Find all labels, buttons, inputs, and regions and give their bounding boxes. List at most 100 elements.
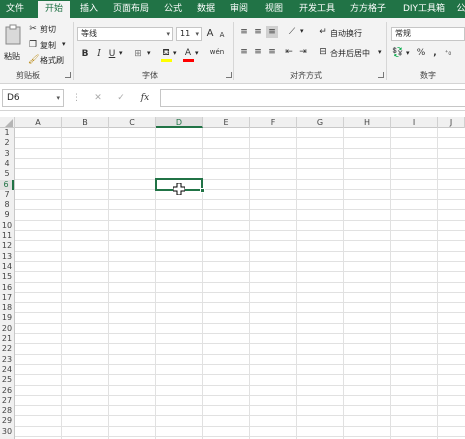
more-options-icon[interactable]: ⋮ — [72, 92, 81, 104]
phonetic-guide-icon[interactable]: wén — [208, 46, 226, 58]
align-bottom-icon[interactable]: ≡ — [266, 26, 278, 38]
row-header[interactable]: 7 — [0, 190, 14, 200]
align-right-icon[interactable]: ≡ — [266, 46, 278, 58]
cancel-button[interactable]: ✕ — [92, 92, 104, 104]
row-header[interactable]: 27 — [0, 396, 14, 406]
tab-data[interactable]: 数据 — [193, 0, 219, 18]
row-header[interactable]: 29 — [0, 416, 14, 426]
row-header[interactable]: 8 — [0, 200, 14, 210]
alignment-launcher-icon[interactable] — [378, 72, 384, 78]
tab-diy-toolbox[interactable]: DIY工具箱 — [398, 0, 450, 18]
align-left-icon[interactable]: ≡ — [238, 46, 250, 58]
tab-formulas[interactable]: 公式 — [160, 0, 186, 18]
font-color-button[interactable]: A ▾ — [182, 47, 202, 63]
borders-icon[interactable]: ⊞ — [132, 48, 144, 60]
grow-font-icon[interactable]: A — [205, 28, 215, 40]
row-header[interactable]: 15 — [0, 272, 14, 282]
row-header[interactable]: 21 — [0, 334, 14, 344]
row-header[interactable]: 2 — [0, 138, 14, 148]
align-center-icon[interactable]: ≡ — [252, 46, 264, 58]
orientation-icon[interactable]: ⟋ — [285, 26, 299, 38]
align-top-icon[interactable]: ≡ — [238, 26, 250, 38]
row-header[interactable]: 17 — [0, 293, 14, 303]
column-header[interactable]: E — [203, 117, 250, 128]
column-header[interactable]: B — [62, 117, 109, 128]
tab-developer[interactable]: 开发工具 — [294, 0, 340, 18]
row-header[interactable]: 3 — [0, 149, 14, 159]
italic-button[interactable]: I — [94, 48, 104, 60]
row-header[interactable]: 11 — [0, 231, 14, 241]
column-header[interactable]: G — [297, 117, 344, 128]
tab-review[interactable]: 审阅 — [226, 0, 252, 18]
row-header[interactable]: 20 — [0, 324, 14, 334]
row-header[interactable]: 4 — [0, 159, 14, 169]
chevron-down-icon[interactable]: ▾ — [119, 49, 123, 57]
enter-button[interactable]: ✓ — [115, 92, 127, 104]
row-header[interactable]: 18 — [0, 303, 14, 313]
row-header[interactable]: 23 — [0, 355, 14, 365]
row-header[interactable]: 16 — [0, 283, 14, 293]
row-header[interactable]: 13 — [0, 252, 14, 262]
clipboard-launcher-icon[interactable] — [65, 72, 71, 78]
bold-button[interactable]: B — [80, 48, 90, 60]
tab-page-layout[interactable]: 页面布局 — [108, 0, 154, 18]
column-header[interactable]: A — [15, 117, 62, 128]
increase-decimal-icon[interactable]: ⁺₀ — [442, 47, 454, 59]
chevron-down-icon[interactable]: ▾ — [300, 27, 304, 35]
chevron-down-icon[interactable]: ▾ — [406, 49, 410, 57]
tab-file[interactable]: 文件 — [0, 0, 30, 18]
row-header[interactable]: 10 — [0, 221, 14, 231]
row-header[interactable]: 12 — [0, 241, 14, 251]
decrease-indent-icon[interactable]: ⇤ — [283, 46, 295, 58]
formula-input[interactable] — [160, 89, 465, 107]
column-header[interactable]: H — [344, 117, 391, 128]
row-header[interactable]: 5 — [0, 169, 14, 179]
accounting-format-icon[interactable]: 💱 — [392, 47, 404, 59]
column-header[interactable]: J — [438, 117, 465, 128]
underline-button[interactable]: U — [107, 48, 117, 60]
format-painter-button[interactable]: 🖌 格式刷 — [28, 54, 70, 66]
row-header[interactable]: 14 — [0, 262, 14, 272]
row-header[interactable]: 24 — [0, 365, 14, 375]
comma-style-button[interactable]: , — [430, 47, 440, 59]
font-launcher-icon[interactable] — [226, 72, 232, 78]
tab-home[interactable]: 开始 — [38, 1, 70, 18]
column-header[interactable]: I — [391, 117, 438, 128]
select-all-corner[interactable] — [0, 117, 15, 128]
wrap-text-button[interactable]: ↵ 自动换行 — [318, 26, 370, 40]
fill-handle[interactable] — [200, 187, 205, 193]
row-header[interactable]: 9 — [0, 210, 14, 220]
name-box[interactable]: D6 ▾ — [2, 89, 64, 107]
merge-center-button[interactable]: ⊟ 合并后居中 ▾ — [318, 46, 386, 60]
tab-more[interactable]: 公 — [454, 0, 465, 18]
percent-style-button[interactable]: % — [416, 47, 426, 59]
cut-button[interactable]: ✂ 剪切 — [28, 23, 63, 35]
column-header[interactable]: C — [109, 117, 156, 128]
font-name-select[interactable]: 等线 ▾ — [77, 27, 173, 41]
column-header[interactable]: F — [250, 117, 297, 128]
row-header[interactable]: 22 — [0, 344, 14, 354]
row-header[interactable]: 30 — [0, 427, 14, 437]
fill-color-button[interactable]: ⛾ ▾ — [160, 47, 180, 63]
tab-fangfang[interactable]: 方方格子 — [347, 0, 389, 18]
align-middle-icon[interactable]: ≡ — [252, 26, 264, 38]
row-header[interactable]: 19 — [0, 313, 14, 323]
worksheet-grid[interactable] — [15, 128, 465, 439]
row-header-selected[interactable]: 6 — [0, 179, 14, 190]
increase-indent-icon[interactable]: ⇥ — [297, 46, 309, 58]
column-header-selected[interactable]: D — [156, 117, 203, 128]
row-header[interactable]: 1 — [0, 128, 14, 138]
insert-function-button[interactable]: fx — [138, 92, 152, 104]
row-header[interactable]: 28 — [0, 406, 14, 416]
tab-view[interactable]: 视图 — [261, 0, 287, 18]
copy-button[interactable]: ❐ 复制 ▾ — [28, 39, 72, 51]
font-size-select[interactable]: 11 ▾ — [176, 27, 202, 41]
number-format-select[interactable]: 常规 — [391, 27, 465, 41]
chevron-down-icon[interactable]: ▾ — [147, 49, 151, 57]
wrap-text-label: 自动换行 — [330, 29, 362, 38]
shrink-font-icon[interactable]: A — [217, 29, 227, 41]
row-header[interactable]: 25 — [0, 375, 14, 385]
paste-button[interactable]: 粘贴 — [3, 22, 23, 66]
row-header[interactable]: 26 — [0, 386, 14, 396]
tab-insert[interactable]: 插入 — [76, 0, 102, 18]
